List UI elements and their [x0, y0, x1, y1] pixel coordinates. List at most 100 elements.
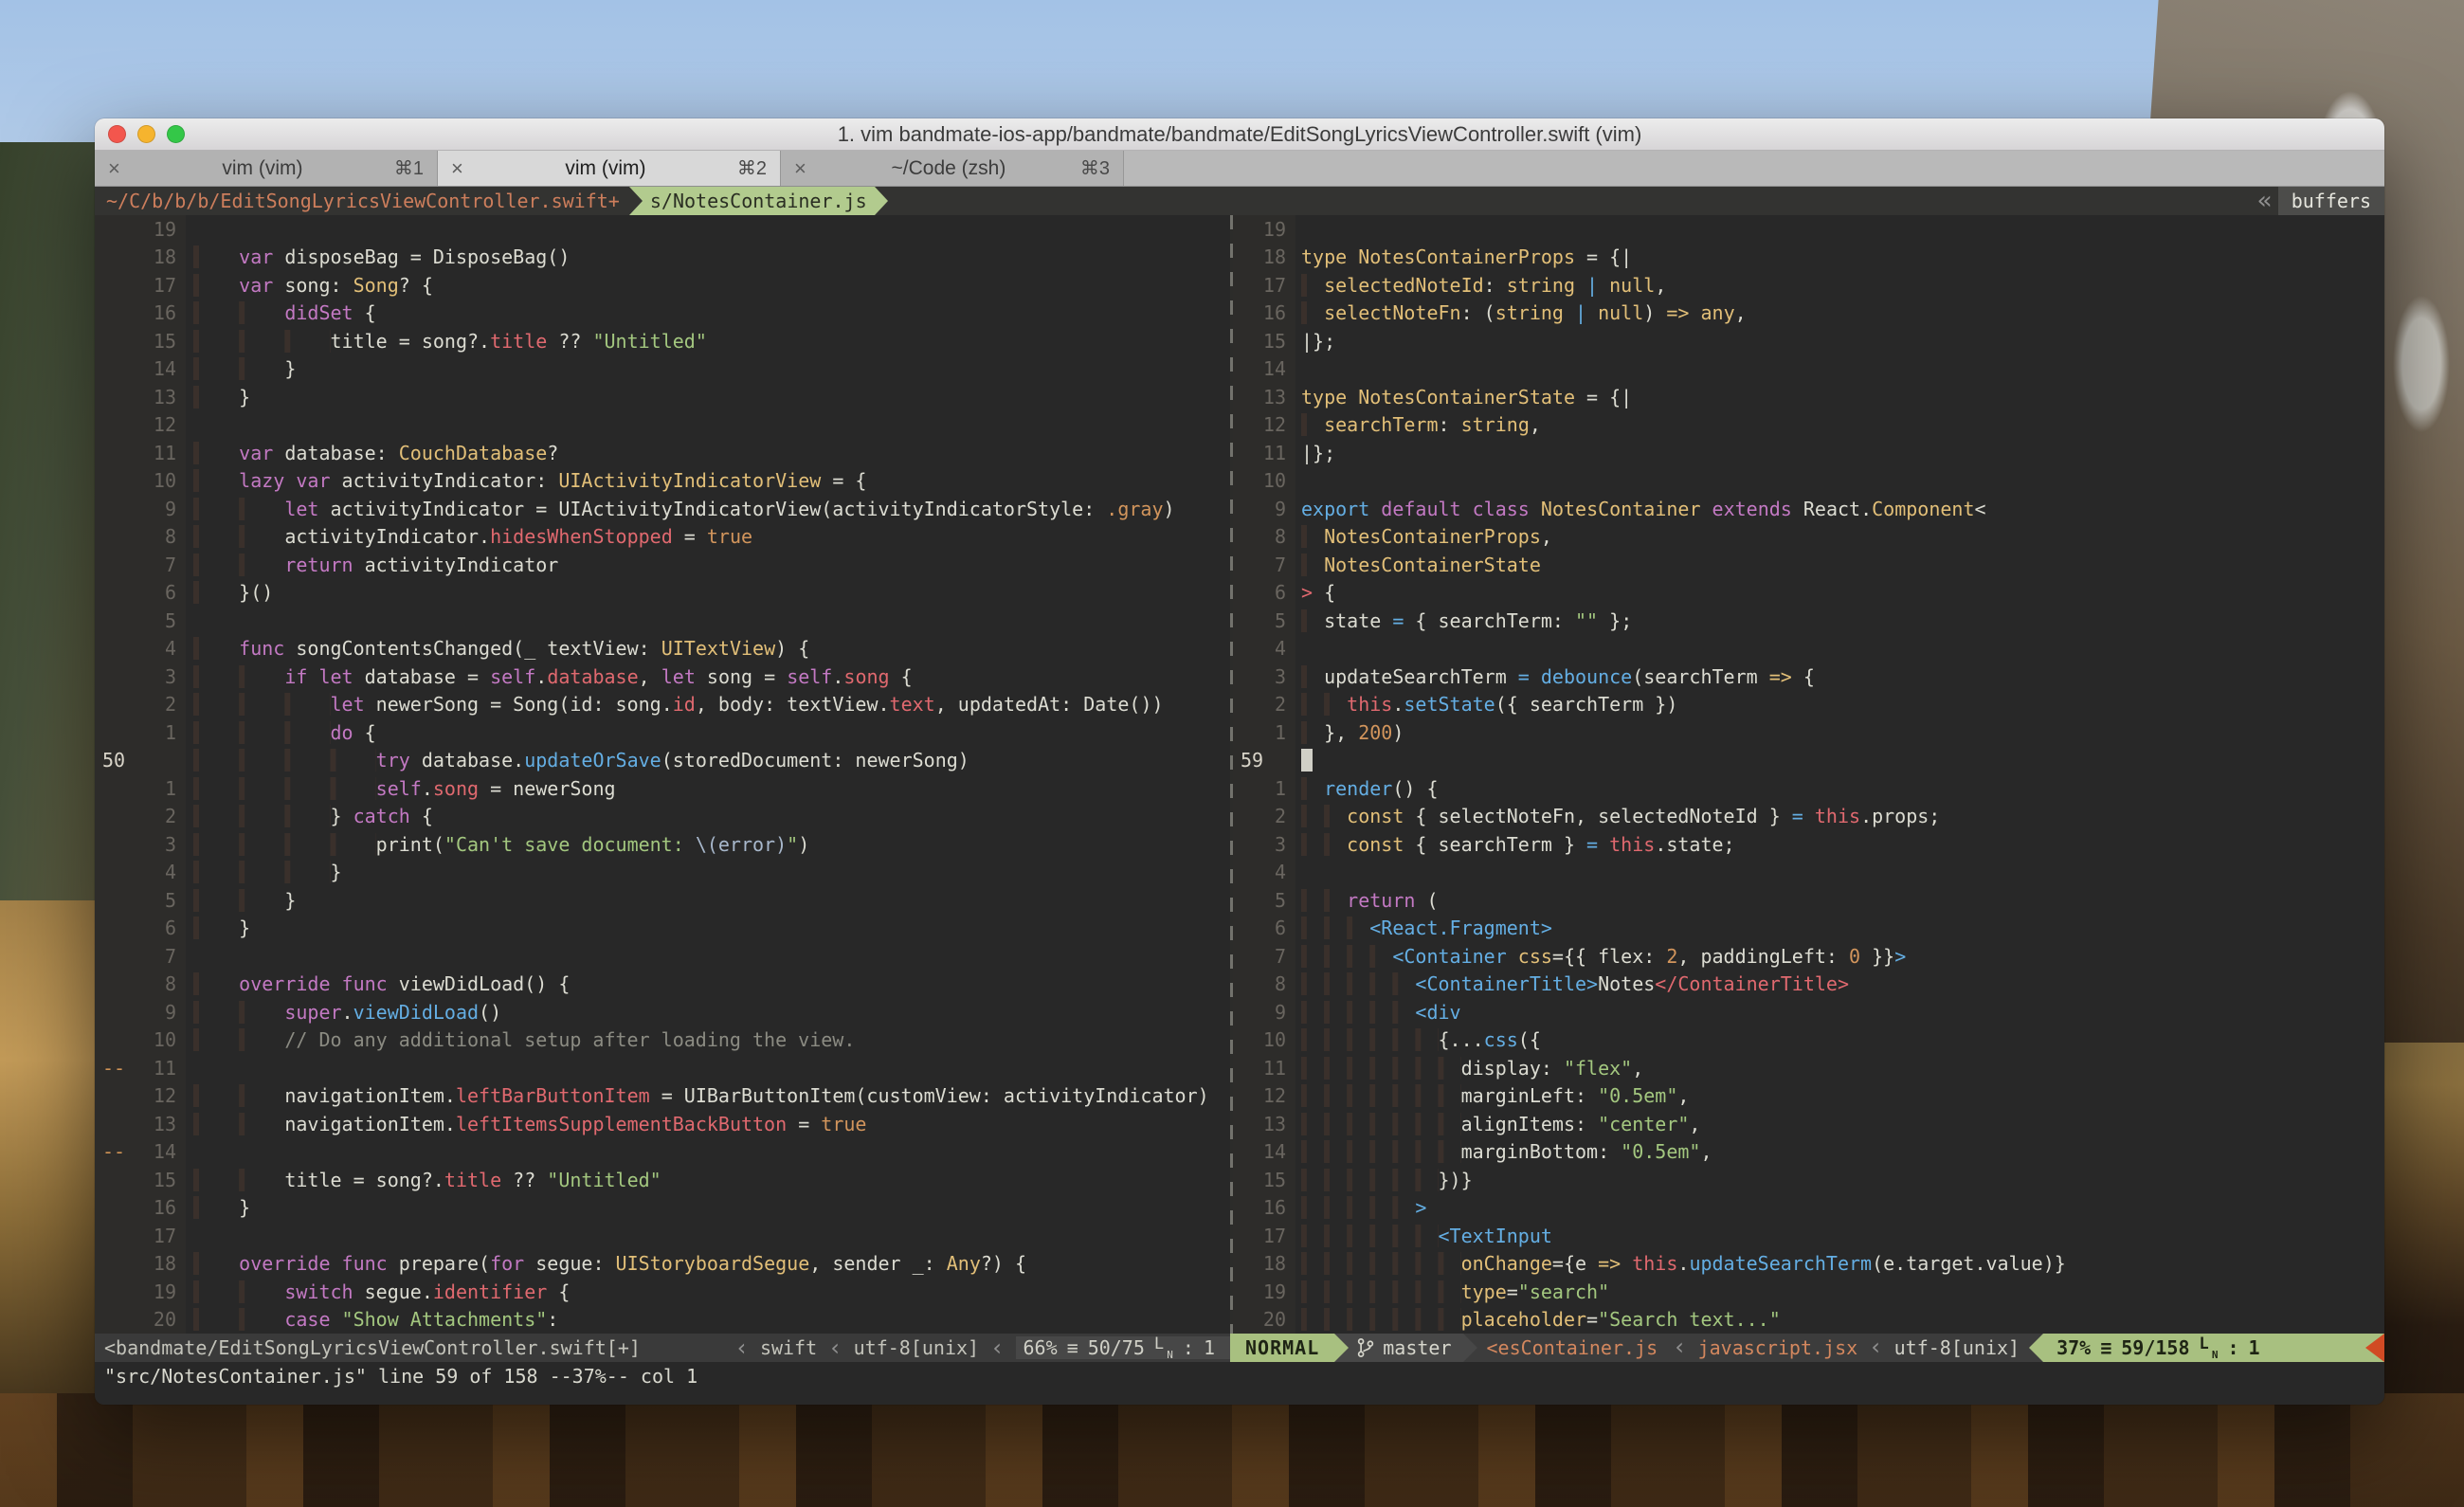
gutter: 17 [95, 1222, 186, 1250]
code-text: }, 200) [1295, 721, 1404, 744]
code-text: const { searchTerm } = this.state; [1295, 833, 1735, 856]
line-number: 16 [1252, 1196, 1295, 1219]
code-line: 14 marginBottom: "0.5em", [1233, 1138, 2384, 1167]
line-number: 12 [1252, 413, 1295, 436]
code-text: <Container css={{ flex: 2, paddingLeft: … [1295, 945, 1906, 968]
gutter: 12 [95, 411, 186, 440]
gutter: 5 [95, 886, 186, 915]
gutter: 15 [1233, 1166, 1295, 1194]
code-text: do { [186, 721, 376, 744]
gutter: 16 [1233, 1194, 1295, 1223]
code-line: 19 [95, 215, 1230, 244]
line-number: 5 [1252, 609, 1295, 632]
code-line: 14 } [95, 355, 1230, 384]
code-line: 8 override func viewDidLoad() { [95, 971, 1230, 999]
line-number: 13 [127, 386, 186, 409]
gutter: 10 [95, 467, 186, 496]
code-line: 7 NotesContainerState [1233, 551, 2384, 579]
code-text: var song: Song? { [186, 274, 433, 297]
line-number: 19 [127, 218, 186, 241]
code-line: 7 return activityIndicator [95, 551, 1230, 579]
gutter: --14 [95, 1138, 186, 1167]
gutter: 13 [95, 383, 186, 411]
scroll-percent: 66% [1024, 1336, 1058, 1359]
line-number: 17 [1252, 1225, 1295, 1247]
vim-command-line[interactable]: "src/NotesContainer.js" line 59 of 158 -… [95, 1362, 2384, 1390]
statusline-encoding: utf-8[unix] [854, 1336, 979, 1359]
line-number: 7 [127, 554, 186, 576]
line-number: 10 [127, 469, 186, 492]
chevron-left-icon: ‹ [1661, 1334, 1697, 1362]
line-number: 15 [1252, 330, 1295, 353]
code-text: updateSearchTerm = debounce(searchTerm =… [1295, 665, 1815, 688]
line-number: 18 [1252, 245, 1295, 268]
code-text: display: "flex", [1295, 1057, 1643, 1080]
gutter: 8 [95, 523, 186, 552]
code-text: } [186, 861, 342, 883]
tab-close-icon[interactable]: × [451, 156, 474, 181]
code-line: 6 }() [95, 579, 1230, 608]
terminal-tab-1[interactable]: ×vim (vim)⌘1 [95, 151, 438, 186]
gutter: 18 [1233, 244, 1295, 272]
code-line: 2 this.setState({ searchTerm }) [1233, 691, 2384, 719]
line-number: 16 [127, 1196, 186, 1219]
line-number: 9 [1252, 498, 1295, 520]
line-number: 12 [127, 413, 186, 436]
code-line: 12 navigationItem.leftBarButtonItem = UI… [95, 1082, 1230, 1111]
code-text: <TextInput [1295, 1225, 1552, 1247]
code-text: onChange={e => this.updateSearchTerm(e.t… [1295, 1252, 2066, 1275]
colon-separator: : [1183, 1336, 1194, 1359]
terminal-bottom-padding [95, 1390, 2384, 1405]
code-line: 13type NotesContainerState = {| [1233, 383, 2384, 411]
code-line: 1 self.song = newerSong [95, 774, 1230, 803]
code-text: marginLeft: "0.5em", [1295, 1084, 1689, 1107]
current-line-number: 59 [1233, 747, 1295, 775]
gutter: 9 [1233, 998, 1295, 1026]
red-chevron-endcap-icon [2365, 1334, 2384, 1362]
code-line: 15 })} [1233, 1166, 2384, 1194]
line-number: 18 [127, 245, 186, 268]
line-number: 4 [1252, 861, 1295, 883]
gutter: 7 [95, 551, 186, 579]
powerline-arrow-icon [629, 187, 643, 215]
window-titlebar[interactable]: 1. vim bandmate-ios-app/bandmate/bandmat… [95, 118, 2384, 151]
right-code-pane-javascript[interactable]: 1918type NotesContainerProps = {|17 sele… [1233, 215, 2384, 1334]
git-branch-icon [1356, 1337, 1375, 1358]
code-line: --14 [95, 1138, 1230, 1167]
buffer-tab-swift[interactable]: ~/C/b/b/b/EditSongLyricsViewController.s… [95, 187, 629, 215]
gutter: 11 [1233, 1054, 1295, 1082]
code-line: 2 } catch { [95, 803, 1230, 831]
line-number: 15 [127, 1169, 186, 1191]
gutter: 16 [95, 1194, 186, 1223]
terminal-tab-2[interactable]: ×vim (vim)⌘2 [438, 151, 781, 186]
tab-close-icon[interactable]: × [794, 156, 817, 181]
code-text: {...css({ [1295, 1028, 1541, 1051]
code-line: 19 type="search" [1233, 1278, 2384, 1306]
buffer-tab-active-js[interactable]: s/NotesContainer.js [643, 187, 875, 215]
gutter: 13 [1233, 1110, 1295, 1138]
code-line: 11 var database: CouchDatabase? [95, 439, 1230, 467]
line-number: 8 [127, 525, 186, 548]
code-line: 5 state = { searchTerm: "" }; [1233, 607, 2384, 635]
line-number: 20 [1252, 1308, 1295, 1331]
line-number: 11 [1252, 1057, 1295, 1080]
code-text: let newerSong = Song(id: song.id, body: … [186, 693, 1164, 716]
window-title: 1. vim bandmate-ios-app/bandmate/bandmat… [95, 122, 2384, 147]
code-line: 3 if let database = self.database, let s… [95, 663, 1230, 691]
terminal-content: ~/C/b/b/b/EditSongLyricsViewController.s… [95, 187, 2384, 1405]
gutter: 5 [95, 607, 186, 635]
gutter: 11 [95, 439, 186, 467]
line-number: 12 [127, 1084, 186, 1107]
buffers-label: buffers [2278, 187, 2384, 215]
line-number: 10 [1252, 469, 1295, 492]
line-number: 19 [1252, 218, 1295, 241]
gutter: 13 [95, 1110, 186, 1138]
code-line: 9 <div [1233, 998, 2384, 1026]
terminal-tab-3[interactable]: ×~/Code (zsh)⌘3 [781, 151, 1124, 186]
left-code-pane-swift[interactable]: 19 18 var disposeBag = DisposeBag() 17 var… [95, 215, 1230, 1334]
code-line: 16 > [1233, 1194, 2384, 1223]
code-line: 13 } [95, 383, 1230, 411]
code-text: })} [1295, 1169, 1473, 1191]
tab-close-icon[interactable]: × [108, 156, 131, 181]
code-text: var disposeBag = DisposeBag() [186, 245, 570, 268]
